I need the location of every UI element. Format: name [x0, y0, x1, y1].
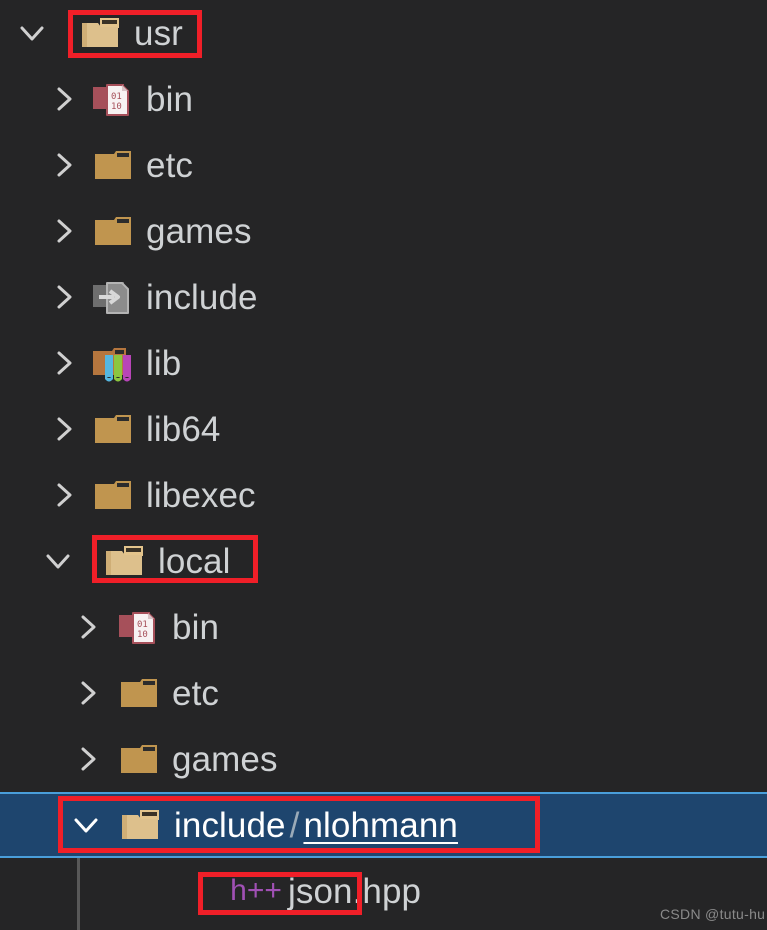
tree-row-local-include-nlohmann[interactable]: include / nlohmann — [0, 792, 767, 858]
tree-row-label-usr-local: local — [158, 541, 231, 581]
svg-text:01: 01 — [137, 620, 148, 630]
folder-open-icon — [102, 539, 150, 583]
tree-row-label-local-bin: bin — [172, 607, 220, 647]
folder-icon — [90, 473, 138, 517]
chevron-right-icon[interactable] — [44, 145, 84, 185]
tree-row-usr-bin[interactable]: 01 10 bin — [0, 66, 767, 132]
svg-text:10: 10 — [137, 630, 148, 640]
label-primary: include — [174, 805, 286, 845]
tree-row-label-usr: usr — [134, 13, 183, 53]
folder-include-icon — [90, 275, 138, 319]
tree-row-label-usr-lib64: lib64 — [146, 409, 221, 449]
folder-library-icon — [90, 341, 138, 385]
csdn-watermark: CSDN @tutu-hu — [660, 906, 766, 922]
chevron-right-icon[interactable] — [68, 673, 108, 713]
tree-row-label-usr-games: games — [146, 211, 252, 251]
chevron-down-icon[interactable] — [38, 541, 78, 581]
indent-guide-0 — [77, 858, 80, 930]
tree-row-label-local-games: games — [172, 739, 278, 779]
tree-row-label-usr-bin: bin — [146, 79, 194, 119]
tree-row-usr-include[interactable]: include — [0, 264, 767, 330]
tree-row-usr-lib64[interactable]: lib64 — [0, 396, 767, 462]
folder-open-icon — [118, 803, 166, 847]
chevron-right-icon[interactable] — [44, 79, 84, 119]
tree-row-json-hpp[interactable]: h++ json.hpp — [0, 858, 767, 924]
folder-icon — [90, 209, 138, 253]
tree-row-label-usr-etc: etc — [146, 145, 193, 185]
folder-icon — [116, 671, 164, 715]
tree-row-usr-etc[interactable]: etc — [0, 132, 767, 198]
tree-row-label-json-hpp: json.hpp — [288, 871, 422, 911]
folder-open-icon — [78, 11, 126, 55]
tree-row-local-bin[interactable]: 01 10 bin — [0, 594, 767, 660]
folder-icon — [90, 143, 138, 187]
svg-text:01: 01 — [111, 92, 122, 102]
tree-row-local-games[interactable]: games — [0, 726, 767, 792]
tree-row-usr-local[interactable]: local — [0, 528, 767, 594]
tree-row-usr-libexec[interactable]: libexec — [0, 462, 767, 528]
chevron-right-icon[interactable] — [44, 211, 84, 251]
tree-row-usr[interactable]: usr — [0, 0, 767, 66]
label-suffix[interactable]: nlohmann — [303, 806, 458, 845]
folder-icon — [116, 737, 164, 781]
chevron-right-icon[interactable] — [44, 475, 84, 515]
tree-row-label-usr-include: include — [146, 277, 258, 317]
label-separator: / — [289, 805, 300, 845]
tree-row-usr-lib[interactable]: lib — [0, 330, 767, 396]
hpp-file-icon: h++ — [230, 874, 282, 907]
chevron-right-icon[interactable] — [44, 343, 84, 383]
folder-binary-icon: 01 10 — [116, 605, 164, 649]
file-explorer-tree: usr 01 10 bin etc games include lib lib64 libexec… — [0, 0, 767, 930]
tree-row-usr-games[interactable]: games — [0, 198, 767, 264]
chevron-right-icon[interactable] — [44, 277, 84, 317]
twisty-placeholder — [92, 871, 132, 911]
tree-row-local-etc[interactable]: etc — [0, 660, 767, 726]
folder-icon — [90, 407, 138, 451]
tree-row-label-usr-libexec: libexec — [146, 475, 256, 515]
chevron-right-icon[interactable] — [68, 607, 108, 647]
chevron-down-icon[interactable] — [12, 13, 52, 53]
tree-row-label-local-include-nlohmann: include / nlohmann — [174, 808, 458, 843]
chevron-right-icon[interactable] — [44, 409, 84, 449]
svg-text:10: 10 — [111, 102, 122, 112]
tree-row-label-local-etc: etc — [172, 673, 219, 713]
chevron-right-icon[interactable] — [68, 739, 108, 779]
tree-row-label-usr-lib: lib — [146, 343, 182, 383]
folder-binary-icon: 01 10 — [90, 77, 138, 121]
chevron-down-icon[interactable] — [66, 805, 106, 845]
